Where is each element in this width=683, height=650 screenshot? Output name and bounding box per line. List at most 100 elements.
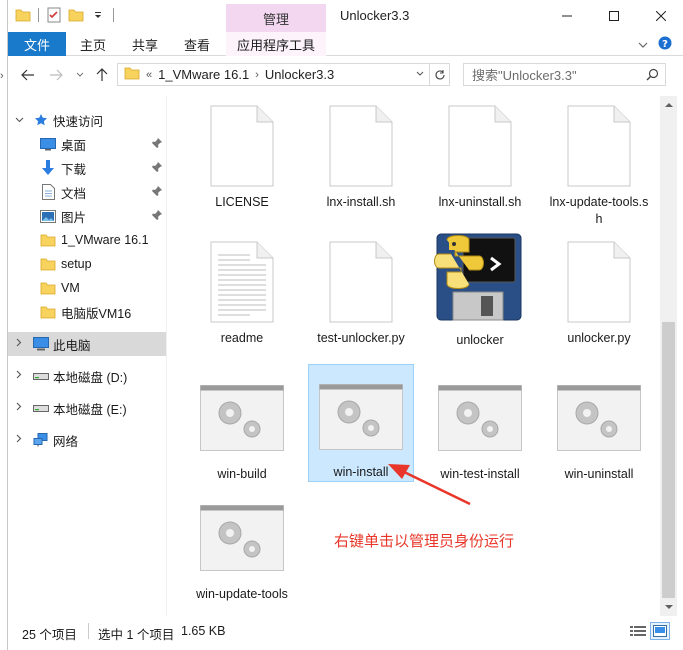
folder-icon bbox=[40, 232, 56, 248]
pin-icon[interactable] bbox=[152, 185, 162, 199]
search-input[interactable]: 搜索"Unlocker3.3" bbox=[463, 63, 666, 86]
close-button[interactable] bbox=[637, 0, 683, 32]
folder-icon bbox=[124, 66, 140, 83]
nav-item-downloads[interactable]: 下载 bbox=[8, 156, 166, 180]
recent-locations-button[interactable] bbox=[70, 65, 90, 85]
maximize-button[interactable] bbox=[590, 0, 637, 32]
blank-file-icon bbox=[319, 104, 403, 188]
help-icon[interactable]: ? bbox=[658, 36, 672, 53]
chevron-right-icon[interactable] bbox=[13, 338, 25, 350]
chevron-right-icon[interactable] bbox=[13, 434, 25, 446]
breadcrumb-separator-icon[interactable]: › bbox=[255, 69, 259, 81]
file-item[interactable]: win-uninstall bbox=[546, 372, 652, 483]
nav-drive-d[interactable]: 本地磁盘 (D:) bbox=[8, 364, 166, 388]
file-item[interactable]: win-update-tools bbox=[189, 492, 295, 603]
nav-label: 快速访问 bbox=[53, 114, 104, 129]
minimize-icon bbox=[561, 15, 572, 17]
details-view-button[interactable] bbox=[628, 622, 648, 640]
forward-button[interactable] bbox=[46, 65, 66, 85]
nav-quick-access[interactable]: 快速访问 bbox=[8, 108, 166, 132]
properties-icon[interactable] bbox=[45, 6, 63, 24]
file-name: readme bbox=[220, 331, 264, 345]
file-item[interactable]: LICENSE bbox=[189, 100, 295, 211]
pin-icon[interactable] bbox=[152, 209, 162, 223]
pin-icon[interactable] bbox=[152, 137, 162, 151]
folder-icon bbox=[40, 304, 56, 320]
pin-icon[interactable] bbox=[152, 161, 162, 175]
expand-ribbon-icon[interactable] bbox=[638, 38, 648, 52]
details-view-icon bbox=[630, 626, 646, 636]
nav-item-pictures[interactable]: 图片 bbox=[8, 204, 166, 228]
nav-label: 此电脑 bbox=[53, 338, 91, 353]
search-icon[interactable] bbox=[646, 68, 659, 84]
file-item[interactable]: unlocker bbox=[427, 230, 533, 349]
nav-item-documents[interactable]: 文档 bbox=[8, 180, 166, 204]
file-item[interactable]: lnx-install.sh bbox=[308, 100, 414, 211]
file-item[interactable]: lnx-uninstall.sh bbox=[427, 100, 533, 211]
breadcrumb-segment[interactable]: Unlocker3.3 bbox=[265, 67, 334, 82]
tab-share[interactable]: 共享 bbox=[132, 32, 158, 56]
nav-item-folder[interactable]: VM bbox=[8, 276, 166, 300]
chevron-right-icon[interactable] bbox=[13, 402, 25, 414]
large-icons-view-button[interactable] bbox=[650, 622, 670, 640]
breadcrumb-segment[interactable]: 1_VMware 16.1 bbox=[158, 67, 249, 82]
back-button[interactable] bbox=[18, 65, 38, 85]
picture-icon bbox=[40, 208, 56, 224]
nav-this-pc[interactable]: 此电脑 bbox=[8, 332, 166, 356]
blank-file-icon bbox=[200, 104, 284, 188]
chevron-down-icon bbox=[76, 72, 84, 77]
nav-item-folder[interactable]: 1_VMware 16.1 bbox=[8, 228, 166, 252]
ribbon-tabs: 文件 主页 共享 查看 应用程序工具 ? bbox=[8, 32, 683, 56]
batch-file-icon bbox=[200, 376, 284, 460]
manage-label: 管理 bbox=[262, 11, 289, 27]
nav-network[interactable]: 网络 bbox=[8, 428, 166, 452]
file-item[interactable]: readme bbox=[189, 236, 295, 347]
vertical-scrollbar[interactable] bbox=[660, 96, 677, 616]
file-item[interactable]: win-test-install bbox=[427, 372, 533, 483]
nav-item-desktop[interactable]: 桌面 bbox=[8, 132, 166, 156]
text-file-icon bbox=[200, 240, 284, 324]
batch-file-icon bbox=[438, 376, 522, 460]
nav-drive-e[interactable]: 本地磁盘 (E:) bbox=[8, 396, 166, 420]
tab-view[interactable]: 查看 bbox=[184, 32, 210, 56]
file-item[interactable]: lnx-update-tools.sh bbox=[546, 100, 652, 228]
up-button[interactable] bbox=[92, 65, 112, 85]
scroll-up-icon[interactable] bbox=[660, 96, 677, 113]
download-icon bbox=[40, 160, 56, 176]
refresh-button[interactable] bbox=[429, 64, 449, 85]
file-name: win-update-tools bbox=[196, 587, 288, 601]
file-item[interactable]: win-build bbox=[189, 372, 295, 483]
title-bar: 管理 Unlocker3.3 bbox=[8, 0, 683, 32]
scroll-thumb[interactable] bbox=[662, 322, 675, 598]
scroll-down-icon[interactable] bbox=[660, 599, 677, 616]
blank-file-icon bbox=[557, 104, 641, 188]
nav-item-folder[interactable]: 电脑版VM16 bbox=[8, 300, 166, 324]
customize-toolbar-icon[interactable] bbox=[89, 6, 107, 24]
nav-label: 桌面 bbox=[61, 138, 87, 153]
large-icons-view-icon bbox=[653, 625, 667, 637]
nav-item-folder[interactable]: setup bbox=[8, 252, 166, 276]
manage-context-tab[interactable]: 管理 bbox=[226, 4, 326, 32]
tab-application-tools[interactable]: 应用程序工具 bbox=[226, 32, 326, 56]
new-folder-icon[interactable] bbox=[67, 6, 85, 24]
minimize-button[interactable] bbox=[543, 0, 590, 32]
search-placeholder: 搜索"Unlocker3.3" bbox=[472, 68, 577, 83]
address-bar[interactable]: « 1_VMware 16.1 › Unlocker3.3 bbox=[117, 63, 450, 86]
file-name: win-install bbox=[333, 465, 389, 479]
selected-size: 1.65 KB bbox=[181, 624, 226, 638]
nav-label: 图片 bbox=[61, 210, 87, 225]
forward-arrow-icon bbox=[50, 69, 63, 81]
drive-icon bbox=[33, 400, 49, 416]
address-dropdown-icon[interactable] bbox=[411, 69, 429, 80]
file-item[interactable]: test-unlocker.py bbox=[308, 236, 414, 347]
tab-file[interactable]: 文件 bbox=[8, 32, 66, 56]
tab-home[interactable]: 主页 bbox=[80, 32, 106, 56]
chevron-down-icon[interactable] bbox=[13, 115, 25, 126]
breadcrumb-overflow[interactable]: « bbox=[146, 69, 152, 81]
file-name: lnx-install.sh bbox=[326, 195, 396, 209]
pane-divider[interactable] bbox=[166, 96, 167, 616]
chevron-right-icon[interactable] bbox=[13, 370, 25, 382]
file-item-selected[interactable]: win-install bbox=[308, 364, 414, 482]
file-item[interactable]: unlocker.py bbox=[546, 236, 652, 347]
selected-count: 选中 1 个项目 bbox=[98, 628, 175, 642]
